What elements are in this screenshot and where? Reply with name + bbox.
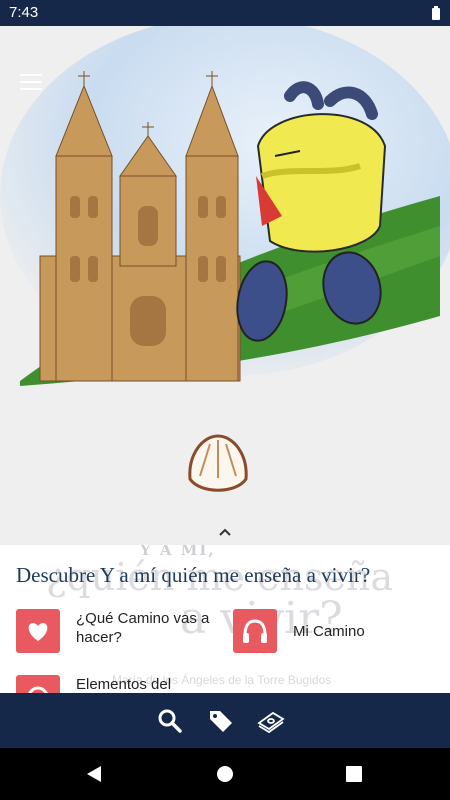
hero-illustration bbox=[0, 26, 450, 546]
back-icon[interactable] bbox=[85, 765, 103, 783]
tile-label-elementos: Elementos del bbox=[76, 676, 172, 693]
heart-icon bbox=[16, 609, 60, 653]
tile-mi-camino[interactable]: Mi Camino bbox=[233, 609, 438, 653]
watermark-small: Y A MÍ, bbox=[140, 545, 216, 559]
chevron-up-icon[interactable] bbox=[219, 528, 231, 536]
recents-icon[interactable] bbox=[346, 766, 362, 782]
tile-que-camino[interactable]: ¿Qué Camino vas a hacer? bbox=[16, 609, 221, 653]
camino-illustration bbox=[0, 26, 450, 546]
system-nav-bar bbox=[0, 748, 450, 800]
tag-icon[interactable] bbox=[207, 707, 235, 735]
status-bar: 7:43 bbox=[0, 0, 450, 26]
sheet-title: Descubre Y a mí quién me enseña a vivir? bbox=[16, 563, 371, 587]
battery-icon bbox=[432, 6, 440, 20]
bottom-nav bbox=[0, 693, 450, 748]
status-time: 7:43 bbox=[9, 4, 39, 21]
tile-label-que-camino: ¿Qué Camino vas a hacer? bbox=[76, 610, 210, 646]
circle-icon bbox=[16, 675, 60, 693]
tile-elementos[interactable]: Elementos del bbox=[16, 675, 221, 693]
money-icon[interactable] bbox=[257, 707, 285, 735]
search-icon[interactable] bbox=[156, 707, 184, 735]
tile-label-mi-camino: Mi Camino bbox=[293, 623, 365, 640]
menu-icon[interactable] bbox=[20, 74, 42, 90]
home-icon[interactable] bbox=[216, 765, 234, 783]
discover-sheet: Y A MÍ, ¿quién me enseña a vivir? María … bbox=[0, 545, 450, 693]
headphones-icon bbox=[233, 609, 277, 653]
